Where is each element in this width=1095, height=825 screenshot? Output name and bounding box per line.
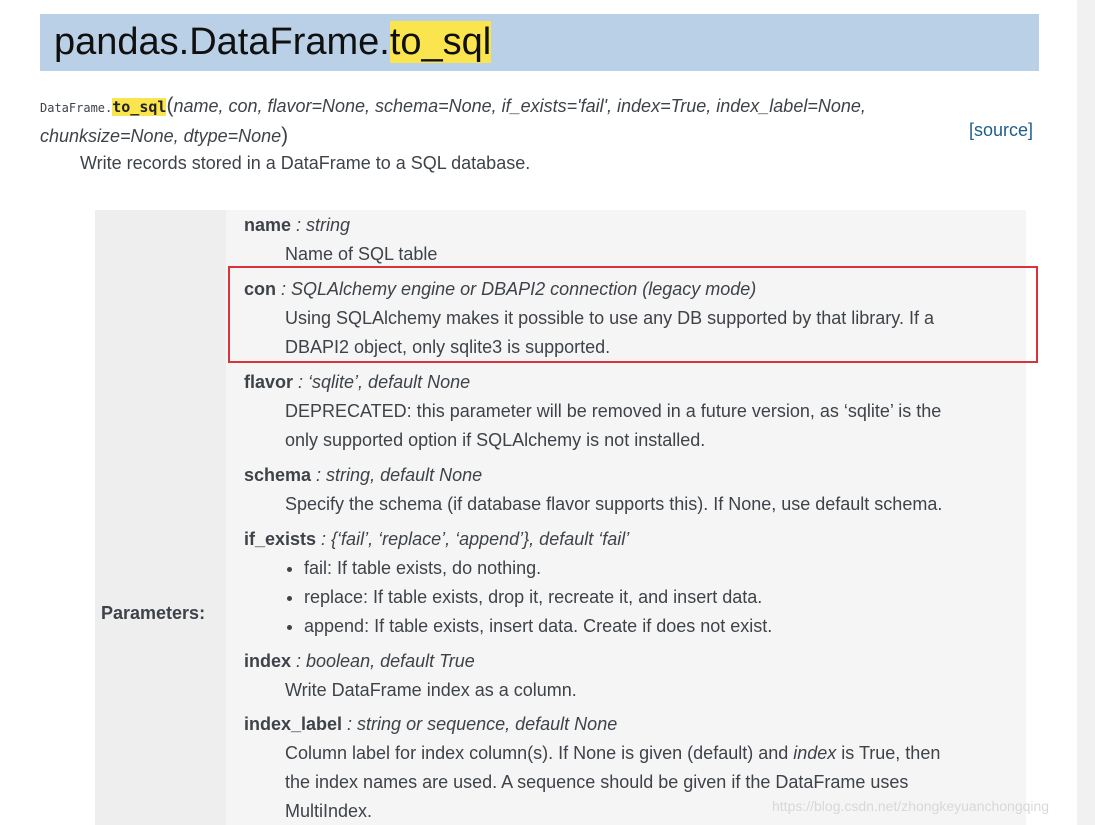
param-index-type: : boolean, default True [291,651,475,671]
signature-function-name: to_sql [112,98,167,116]
param-flavor-type: : ‘sqlite’, default None [293,372,471,392]
annotation-highlight-box [228,266,1038,363]
param-flavor-desc-line2: only supported option if SQLAlchemy is n… [285,430,706,450]
param-index-label-name: index_label [244,714,343,734]
param-name: name : string Name of SQL table [244,211,1004,269]
param-if-exists-type: : {‘fail’, ‘replace’, ‘append’}, default… [316,529,630,549]
list-item: append: If table exists, insert data. Cr… [304,612,1004,641]
desc-text: is True, then [836,743,941,763]
signature-close-paren: ) [281,124,289,147]
param-schema-desc: Specify the schema (if database flavor s… [285,494,943,514]
page-title-highlight: to_sql [389,21,492,63]
param-index-desc: Write DataFrame index as a column. [285,680,577,700]
param-schema-name: schema [244,465,312,485]
function-signature: DataFrame.to_sql(name, con, flavor=None,… [40,92,960,150]
param-name-name: name [244,215,292,235]
param-index-label-desc-line1: Column label for index column(s). If Non… [244,739,1004,768]
param-index-label-type: : string or sequence, default None [342,714,618,734]
function-summary: Write records stored in a DataFrame to a… [80,153,531,173]
parameters-label: Parameters: [101,603,206,623]
scrollbar-track[interactable] [1077,0,1095,825]
desc-text: Column label for index column(s). If Non… [285,743,794,763]
param-name-type: : string [291,215,351,235]
param-flavor-name: flavor [244,372,294,392]
source-link[interactable]: [source] [969,118,1033,142]
signature-class-name: DataFrame. [40,101,113,115]
param-index-name: index [244,651,292,671]
param-index-label-desc-line2: the index names are used. A sequence sho… [285,772,909,792]
param-if-exists-options: fail: If table exists, do nothing. repla… [244,554,1004,641]
page-title-prefix: pandas.DataFrame. [54,21,390,63]
desc-emphasis: index [793,743,837,763]
signature-args-line1: name, con, flavor=None, schema=None, if_… [173,96,866,116]
param-schema: schema : string, default None Specify th… [244,461,1004,519]
page-title: pandas.DataFrame.to_sql [54,20,492,64]
param-if-exists-name: if_exists [244,529,317,549]
param-name-desc: Name of SQL table [285,244,438,264]
param-if-exists: if_exists : {‘fail’, ‘replace’, ‘append’… [244,525,1004,641]
list-item: replace: If table exists, drop it, recre… [304,583,1004,612]
signature-args-line2: chunksize=None, dtype=None [40,126,282,146]
list-item: fail: If table exists, do nothing. [304,554,1004,583]
parameters-label-cell: Parameters: [95,210,224,825]
title-bar: pandas.DataFrame.to_sql [40,14,1039,71]
param-flavor: flavor : ‘sqlite’, default None DEPRECAT… [244,368,1004,455]
param-index: index : boolean, default True Write Data… [244,647,1004,705]
param-schema-type: : string, default None [311,465,483,485]
watermark: https://blog.csdn.net/zhongkeyuanchongqi… [772,798,1050,814]
param-flavor-desc-line1: DEPRECATED: this parameter will be remov… [285,401,942,421]
